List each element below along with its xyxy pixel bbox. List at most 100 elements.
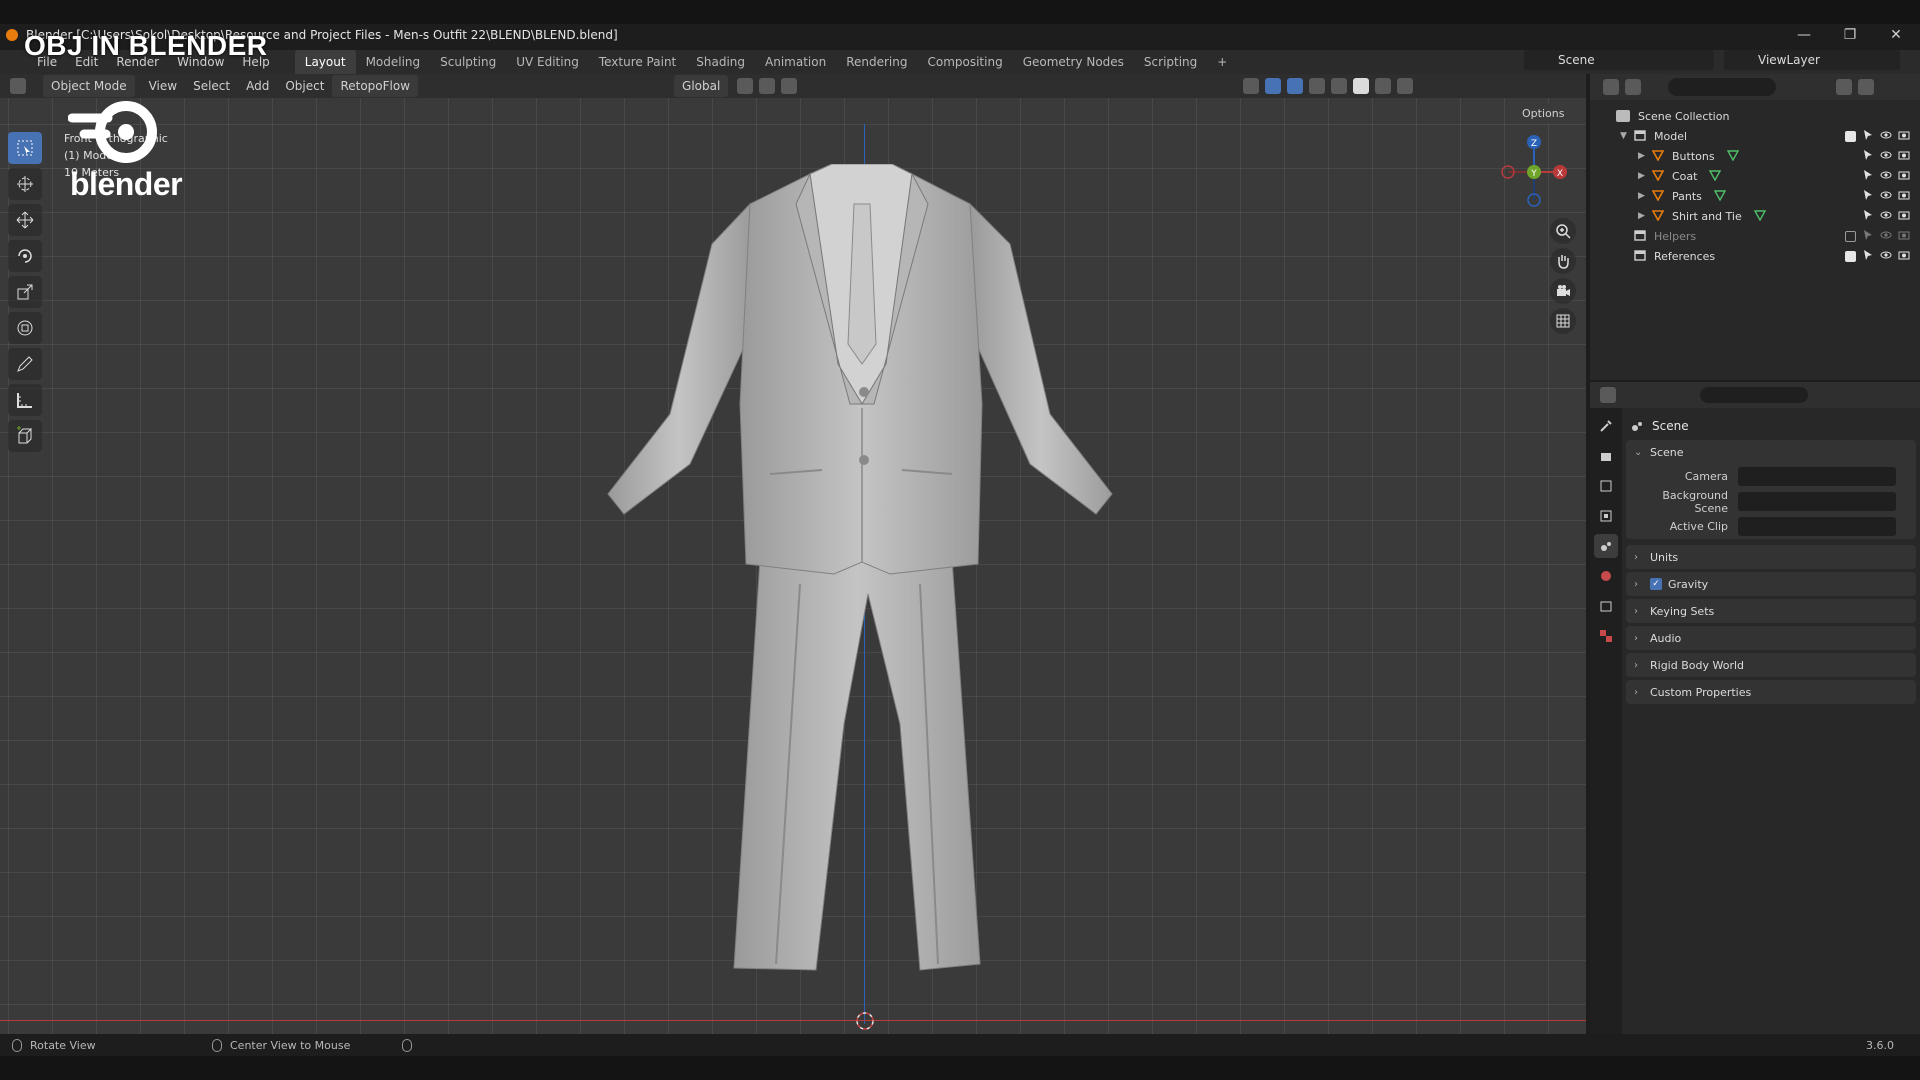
- select-arrow-icon[interactable]: [1862, 149, 1874, 164]
- scene-panel-header[interactable]: ⌄ Scene: [1626, 440, 1916, 464]
- visibility-icon[interactable]: [1243, 78, 1260, 94]
- navigation-gizmo[interactable]: Z Y X: [1494, 132, 1574, 212]
- minimize-button[interactable]: —: [1784, 24, 1824, 46]
- scene-tab-icon[interactable]: [1594, 534, 1618, 558]
- property-panel-header[interactable]: › Units: [1626, 545, 1916, 569]
- output-tab-icon[interactable]: [1594, 474, 1618, 498]
- tab-modeling[interactable]: Modeling: [356, 50, 431, 74]
- wireframe-shading-icon[interactable]: [1331, 78, 1348, 94]
- rotate-tool[interactable]: [8, 240, 42, 272]
- select-arrow-icon[interactable]: [1862, 209, 1874, 224]
- tab-scripting[interactable]: Scripting: [1134, 50, 1207, 74]
- outliner-item[interactable]: ▶ Shirt and Tie: [1590, 206, 1920, 226]
- eye-icon[interactable]: [1880, 209, 1892, 224]
- select-arrow-icon[interactable]: [1862, 229, 1874, 244]
- eye-icon[interactable]: [1880, 149, 1892, 164]
- expand-arrow-icon[interactable]: ▶: [1638, 171, 1652, 181]
- property-panel-header[interactable]: › ✓ Gravity: [1626, 572, 1916, 596]
- scale-tool[interactable]: [8, 276, 42, 308]
- annotate-tool[interactable]: [8, 348, 42, 380]
- camera-render-icon[interactable]: [1898, 249, 1910, 264]
- eye-icon[interactable]: [1880, 249, 1892, 264]
- view-layer-tab-icon[interactable]: [1594, 504, 1618, 528]
- collection-tab-icon[interactable]: [1594, 594, 1618, 618]
- suit-3d-model[interactable]: [600, 164, 1120, 984]
- property-panel-header[interactable]: › Rigid Body World: [1626, 653, 1916, 677]
- expand-arrow-icon[interactable]: ▶: [1638, 151, 1652, 161]
- camera-view-icon[interactable]: [1550, 278, 1576, 304]
- property-panel-header[interactable]: › Audio: [1626, 626, 1916, 650]
- menu-select[interactable]: Select: [185, 75, 238, 97]
- select-box-tool[interactable]: [8, 132, 42, 164]
- texture-tab-icon[interactable]: [1594, 624, 1618, 648]
- background-scene-field[interactable]: [1738, 492, 1896, 511]
- pivot-icon[interactable]: [737, 78, 754, 94]
- menu-object[interactable]: Object: [277, 75, 332, 97]
- xray-icon[interactable]: [1309, 78, 1326, 94]
- eye-icon[interactable]: [1880, 129, 1892, 144]
- outliner-item[interactable]: Helpers: [1590, 226, 1920, 246]
- tab-shading[interactable]: Shading: [686, 50, 755, 74]
- eye-icon[interactable]: [1880, 189, 1892, 204]
- pan-hand-icon[interactable]: [1550, 248, 1576, 274]
- expand-arrow-icon[interactable]: ▶: [1638, 211, 1652, 221]
- display-mode-icon[interactable]: [1625, 79, 1641, 95]
- 3d-cursor-icon[interactable]: [854, 1010, 876, 1032]
- close-button[interactable]: ✕: [1876, 24, 1916, 46]
- eye-icon[interactable]: [1880, 229, 1892, 244]
- tool-tab-icon[interactable]: [1594, 414, 1618, 438]
- zoom-icon[interactable]: [1550, 218, 1576, 244]
- outliner-item[interactable]: ▼ Model: [1590, 126, 1920, 146]
- add-workspace-button[interactable]: +: [1207, 50, 1237, 74]
- transform-orientation-dropdown[interactable]: Global: [674, 75, 729, 97]
- outliner-item[interactable]: ▶ Buttons: [1590, 146, 1920, 166]
- measure-tool[interactable]: [8, 384, 42, 416]
- camera-render-icon[interactable]: [1898, 229, 1910, 244]
- property-panel-header[interactable]: › Custom Properties: [1626, 680, 1916, 704]
- properties-editor-icon[interactable]: [1600, 387, 1616, 403]
- overlay-toggle-icon[interactable]: [1287, 78, 1304, 94]
- select-arrow-icon[interactable]: [1862, 189, 1874, 204]
- menu-add[interactable]: Add: [238, 75, 277, 97]
- tab-animation[interactable]: Animation: [755, 50, 836, 74]
- world-tab-icon[interactable]: [1594, 564, 1618, 588]
- mesh-data-icon[interactable]: [1709, 169, 1722, 184]
- mesh-data-icon[interactable]: [1753, 209, 1766, 224]
- camera-render-icon[interactable]: [1898, 169, 1910, 184]
- transform-tool[interactable]: [8, 312, 42, 344]
- options-dropdown[interactable]: Options: [1514, 104, 1573, 124]
- exclude-checkbox[interactable]: [1845, 230, 1856, 242]
- scene-collection-row[interactable]: Scene Collection: [1590, 106, 1920, 126]
- outliner-item[interactable]: ▶ Pants: [1590, 186, 1920, 206]
- select-arrow-icon[interactable]: [1862, 129, 1874, 144]
- camera-render-icon[interactable]: [1898, 129, 1910, 144]
- expand-arrow-icon[interactable]: ▶: [1638, 191, 1652, 201]
- viewlayer-selector[interactable]: ViewLayer: [1724, 50, 1900, 70]
- filter-icon[interactable]: [1836, 79, 1852, 95]
- camera-render-icon[interactable]: [1898, 209, 1910, 224]
- select-arrow-icon[interactable]: [1862, 249, 1874, 264]
- eye-icon[interactable]: [1880, 169, 1892, 184]
- move-tool[interactable]: [8, 204, 42, 236]
- tab-texture-paint[interactable]: Texture Paint: [589, 50, 686, 74]
- menu-retopoflow[interactable]: RetopoFlow: [332, 75, 419, 97]
- solid-shading-icon[interactable]: [1353, 78, 1370, 94]
- object-mode-dropdown[interactable]: Object Mode: [43, 75, 135, 97]
- exclude-checkbox[interactable]: [1845, 130, 1856, 142]
- maximize-button[interactable]: ❐: [1830, 24, 1870, 46]
- add-cube-tool[interactable]: [8, 420, 42, 452]
- gravity-checkbox[interactable]: ✓: [1650, 578, 1662, 590]
- expand-arrow-icon[interactable]: ▼: [1620, 131, 1634, 141]
- properties-search-input[interactable]: [1700, 387, 1808, 403]
- exclude-checkbox[interactable]: [1845, 250, 1856, 262]
- tab-rendering[interactable]: Rendering: [836, 50, 917, 74]
- tab-sculpting[interactable]: Sculpting: [430, 50, 506, 74]
- camera-field[interactable]: [1738, 467, 1896, 486]
- gizmo-toggle-icon[interactable]: [1265, 78, 1282, 94]
- tab-compositing[interactable]: Compositing: [917, 50, 1012, 74]
- tab-geometry-nodes[interactable]: Geometry Nodes: [1013, 50, 1134, 74]
- outliner-search-input[interactable]: [1668, 78, 1776, 96]
- material-shading-icon[interactable]: [1375, 78, 1392, 94]
- outliner-item[interactable]: ▶ Coat: [1590, 166, 1920, 186]
- select-arrow-icon[interactable]: [1862, 169, 1874, 184]
